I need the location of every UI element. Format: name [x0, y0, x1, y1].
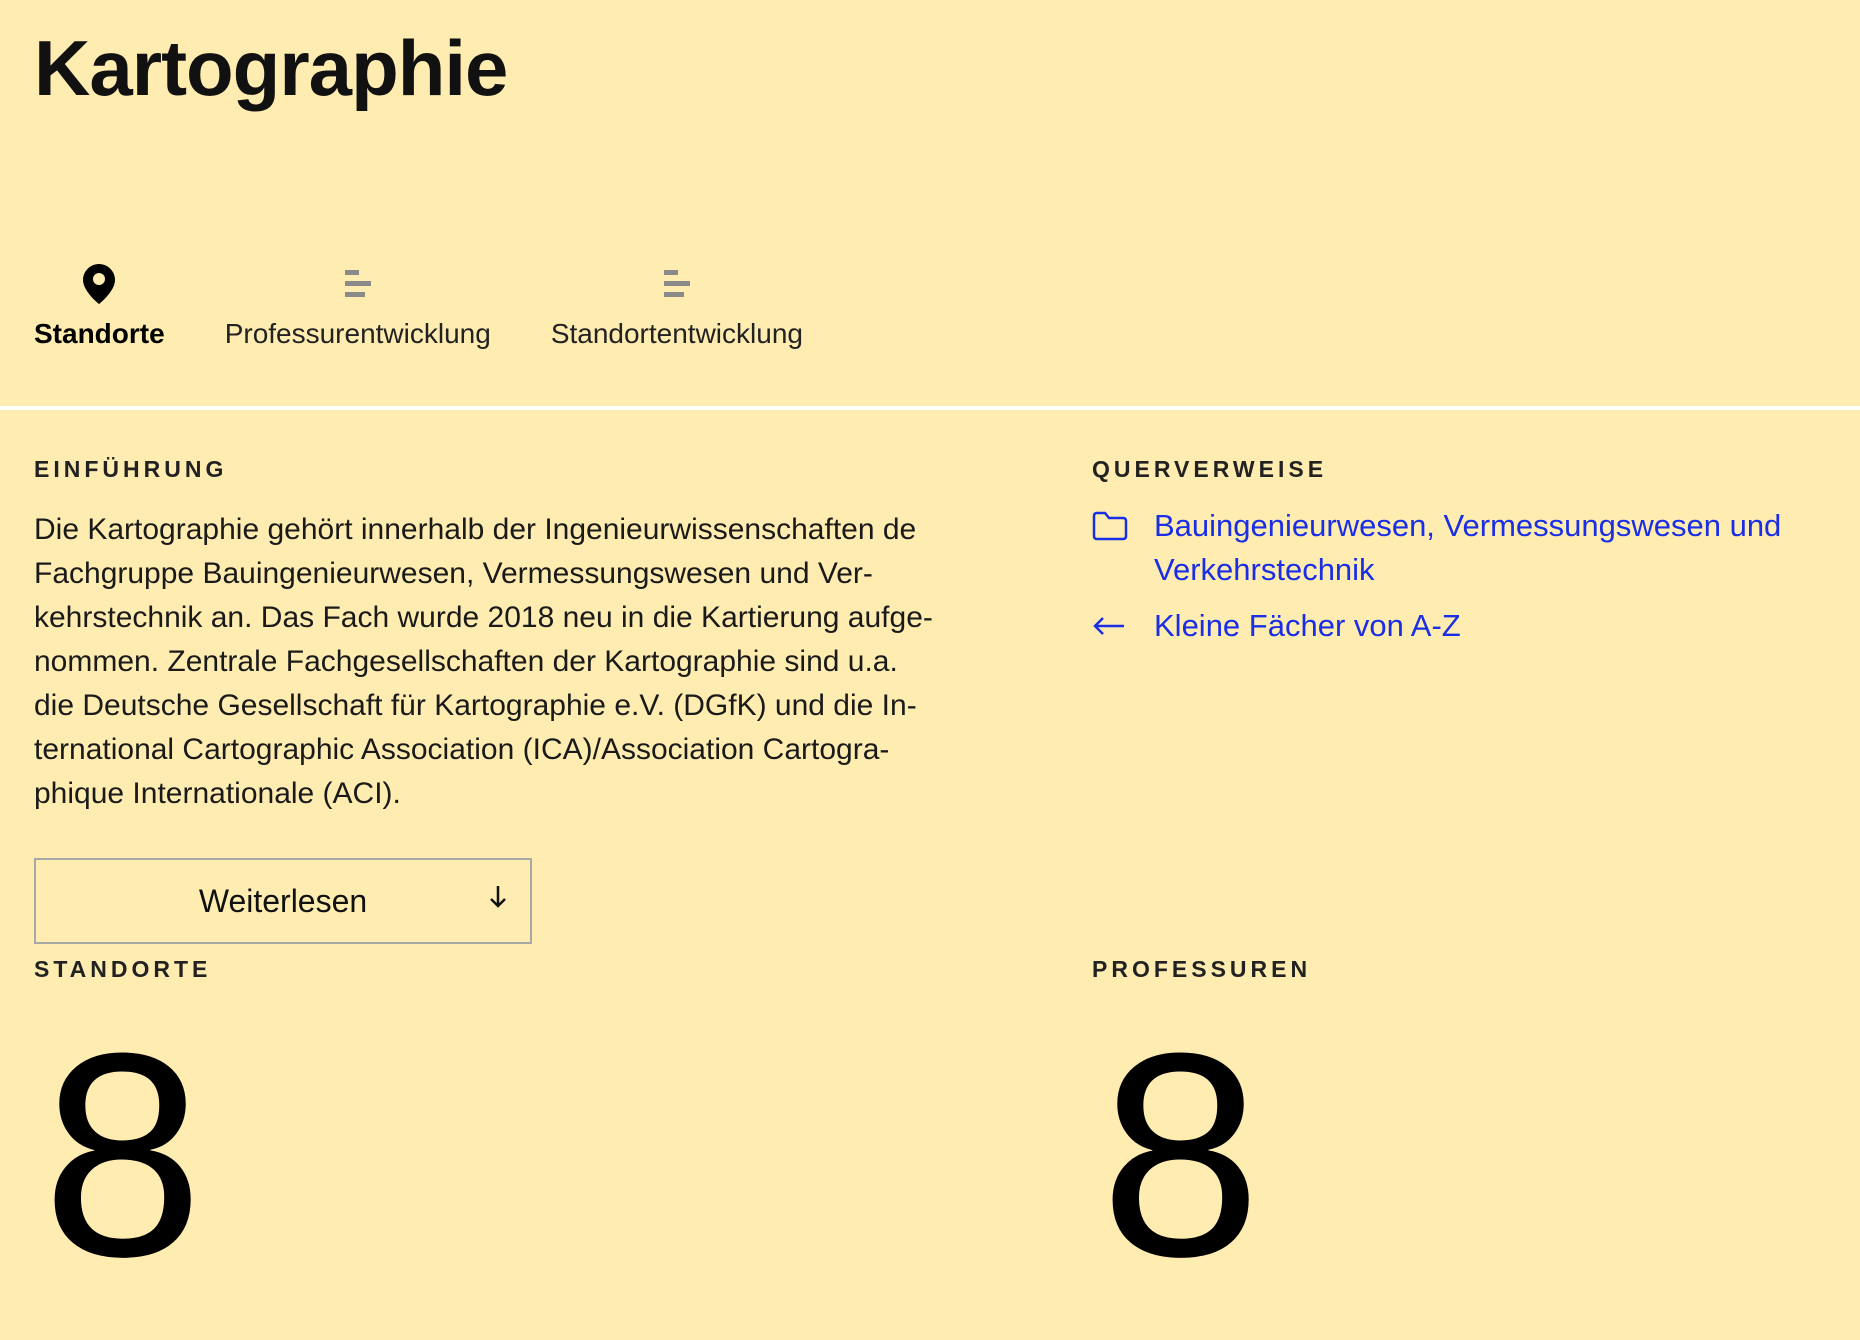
arrow-left-icon — [1092, 604, 1154, 648]
intro-text: Die Kartographie gehört innerhalb der In… — [34, 513, 933, 810]
references-heading: QUERVERWEISE — [1092, 456, 1328, 482]
view-tabs: Standorte Professurentwicklung Standorte… — [34, 262, 863, 348]
page-title: Kartographie — [34, 24, 508, 112]
section-divider — [0, 406, 1860, 410]
locations-heading: STANDORTE — [34, 956, 212, 982]
bar-chart-icon — [343, 262, 373, 306]
references-list: Bauingenieurwesen, Vermessungswesen und … — [1092, 504, 1852, 660]
tab-standorte[interactable]: Standorte — [34, 262, 165, 348]
arrow-down-icon — [488, 884, 508, 918]
ref-link-label: Bauingenieurwesen, Vermessungswesen und … — [1154, 508, 1782, 587]
read-more-label: Weiterlesen — [198, 882, 368, 919]
tab-label: Standortentwicklung — [550, 318, 803, 349]
intro-heading: EINFÜHRUNG — [34, 456, 228, 482]
professorships-heading: PROFESSUREN — [1092, 956, 1312, 982]
tab-standortentwicklung[interactable]: Standortentwicklung — [551, 262, 803, 348]
locations-count: 8 — [42, 993, 204, 1317]
tab-professurentwicklung[interactable]: Professurentwicklung — [225, 262, 491, 348]
tab-label: Standorte — [34, 318, 165, 349]
folder-icon — [1092, 504, 1154, 548]
ref-link-bauingenieurwesen[interactable]: Bauingenieurwesen, Vermessungswesen und … — [1092, 504, 1852, 592]
location-pin-icon — [81, 262, 117, 306]
tab-label: Professurentwicklung — [224, 318, 491, 349]
ref-link-label: Kleine Fächer von A-Z — [1154, 608, 1461, 643]
read-more-button[interactable]: Weiterlesen — [34, 858, 532, 944]
bar-chart-icon — [662, 262, 692, 306]
ref-link-kleine-faecher[interactable]: Kleine Fächer von A-Z — [1092, 604, 1852, 648]
professorships-count: 8 — [1100, 993, 1262, 1317]
